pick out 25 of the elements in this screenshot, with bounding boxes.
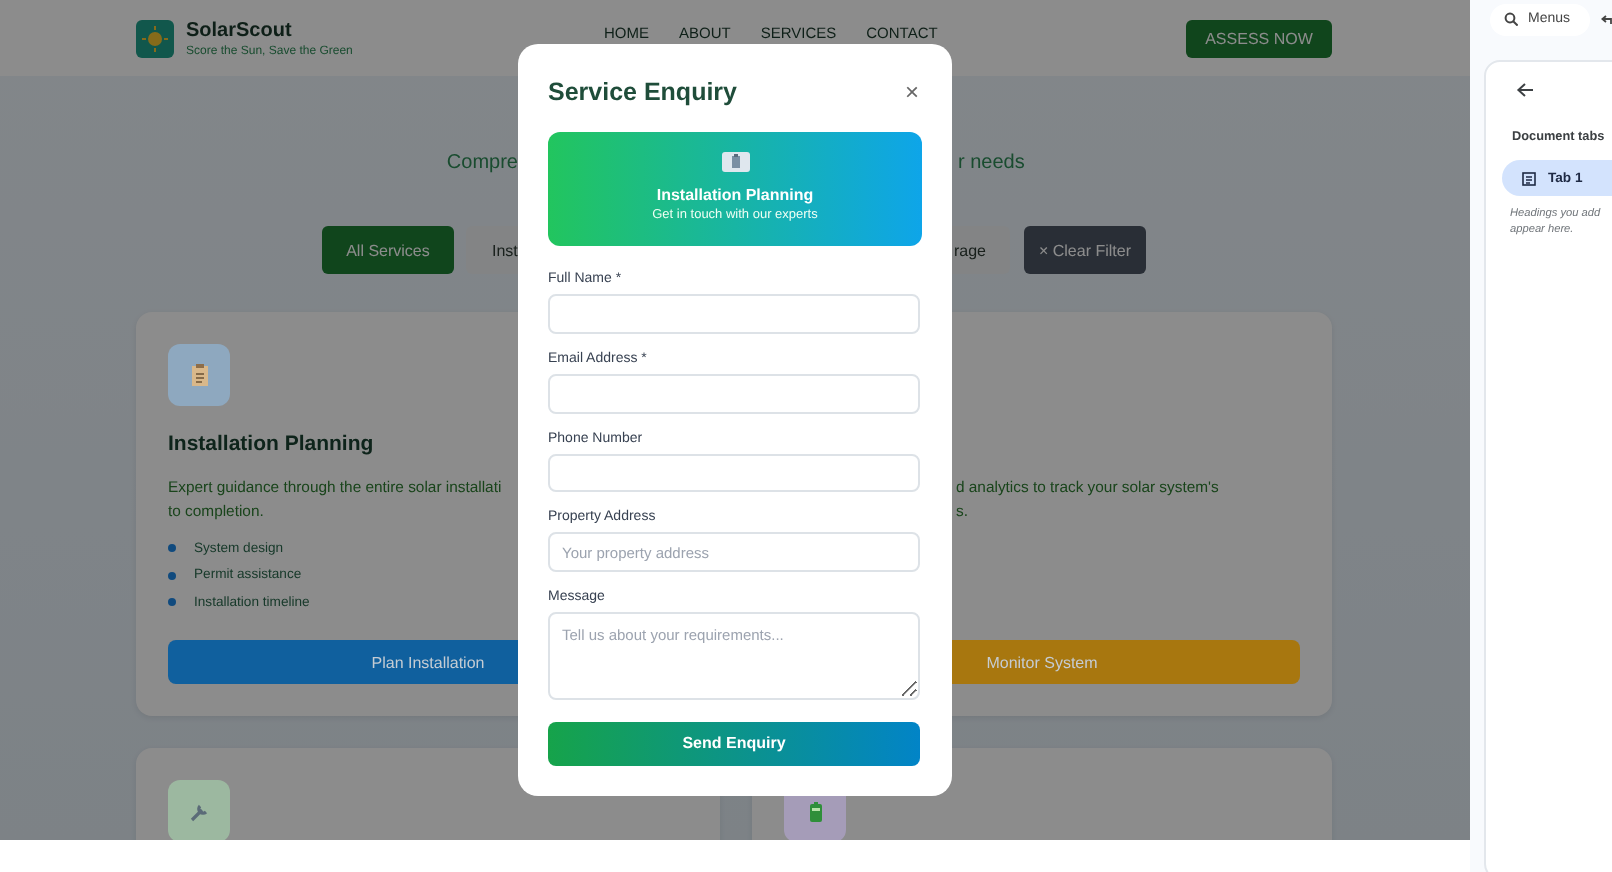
bullet-dot bbox=[168, 598, 176, 607]
bullet-dot bbox=[168, 571, 176, 580]
hero-subtitle: Compre bbox=[444, 152, 518, 178]
send-enquiry-button[interactable]: Send Enquiry bbox=[548, 721, 920, 766]
document-icon bbox=[1522, 171, 1536, 185]
input-field[interactable] bbox=[548, 293, 920, 334]
brand-name: SolarScout bbox=[186, 19, 294, 41]
clipboard-icon bbox=[721, 151, 749, 172]
bullet-dot bbox=[168, 544, 176, 553]
clear-filter-button[interactable]: × Clear Filter bbox=[1024, 226, 1146, 274]
sun-logo-icon[interactable] bbox=[136, 19, 174, 57]
input-field[interactable] bbox=[548, 373, 920, 414]
back-arrow-icon[interactable] bbox=[1516, 82, 1534, 98]
clipboard-icon bbox=[187, 363, 211, 387]
filter-button[interactable]: All Services bbox=[322, 226, 454, 274]
search-icon bbox=[1504, 12, 1518, 26]
wrench-icon bbox=[187, 799, 211, 823]
close-button[interactable]: × bbox=[902, 77, 922, 106]
dialog-title: Service Enquiry bbox=[548, 77, 737, 106]
card-title: Installation Planning bbox=[168, 432, 374, 456]
input-field[interactable] bbox=[548, 453, 920, 493]
hero-subtitle: r needs bbox=[956, 152, 1025, 178]
undo-icon[interactable] bbox=[1600, 12, 1612, 26]
banner-title: Installation Planning bbox=[656, 185, 814, 204]
assess-button[interactable]: ASSESS NOW bbox=[1186, 19, 1332, 57]
